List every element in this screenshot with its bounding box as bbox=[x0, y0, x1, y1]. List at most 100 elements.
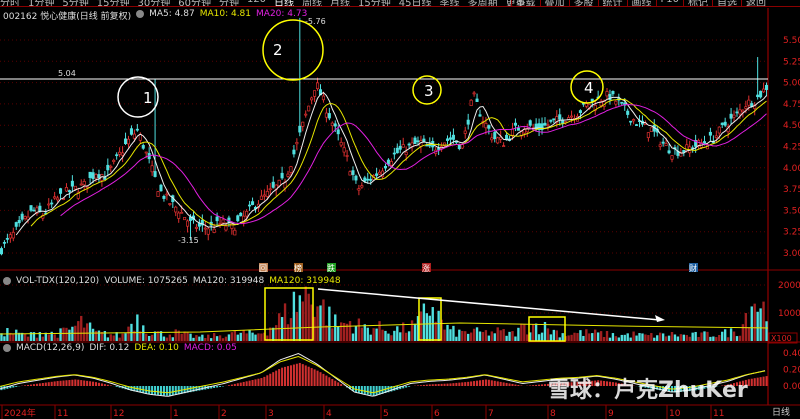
candle-body bbox=[112, 159, 116, 162]
volume-bar bbox=[3, 336, 6, 341]
volume-bar bbox=[26, 336, 30, 341]
volume-bar bbox=[165, 337, 169, 341]
candle-body bbox=[330, 122, 334, 127]
candle-body bbox=[764, 84, 769, 90]
volume-bar bbox=[236, 334, 239, 341]
volume-bar bbox=[201, 334, 204, 341]
volume-bar bbox=[198, 336, 201, 341]
volume-bar bbox=[53, 334, 56, 341]
volume-bar bbox=[712, 336, 715, 341]
candle-body bbox=[251, 201, 255, 205]
volume-bar bbox=[425, 313, 429, 341]
volume-bar bbox=[91, 328, 95, 341]
volume-bar bbox=[396, 326, 399, 341]
candle-body bbox=[115, 154, 119, 157]
candle-body bbox=[5, 238, 9, 240]
candle-body bbox=[327, 113, 331, 119]
candle-body bbox=[416, 140, 420, 143]
candle-body bbox=[484, 123, 488, 129]
candle-body bbox=[97, 174, 101, 179]
volume-bar bbox=[413, 323, 417, 341]
candle-body bbox=[301, 121, 305, 127]
candle-body bbox=[513, 122, 517, 126]
volume-bar bbox=[608, 337, 612, 341]
volume-bar bbox=[735, 336, 739, 341]
event-marker-label: 回 bbox=[259, 264, 267, 273]
volume-bar bbox=[647, 335, 650, 341]
volume-bar bbox=[298, 295, 301, 341]
candle-body bbox=[32, 209, 36, 212]
candle-body bbox=[64, 187, 68, 192]
volume-bar bbox=[661, 333, 665, 341]
volume-bar bbox=[56, 337, 59, 341]
volume-bar bbox=[552, 329, 556, 341]
candle-body bbox=[292, 149, 296, 155]
volume-bar bbox=[245, 333, 248, 341]
candle-body bbox=[708, 131, 712, 136]
volume-bar bbox=[147, 335, 151, 341]
volume-bar bbox=[242, 330, 245, 341]
volume-bar bbox=[351, 333, 355, 341]
volume-bar bbox=[304, 286, 307, 341]
event-marker-label: 跌 bbox=[327, 263, 335, 273]
volume-bar bbox=[363, 324, 366, 341]
volume-bar bbox=[207, 334, 210, 341]
candle-body bbox=[70, 180, 74, 187]
volume-bar bbox=[272, 327, 275, 341]
annotation-number: 1 bbox=[143, 89, 153, 107]
volume-bar bbox=[540, 332, 544, 341]
kline-chart[interactable]: 5.50 5.25 5.00 4.75 4.50 4.25 4.00 3.75 3.50 3.25… bbox=[0, 0, 800, 419]
candle-body bbox=[277, 179, 281, 187]
annotation-number: 3 bbox=[424, 82, 434, 100]
candle-body bbox=[738, 109, 742, 115]
timeframe-label[interactable]: 日线 bbox=[772, 405, 790, 418]
candle-body bbox=[717, 126, 721, 134]
candle-body bbox=[221, 219, 225, 224]
candle-body bbox=[206, 228, 210, 235]
volume-bar bbox=[331, 328, 334, 341]
volume-bar bbox=[502, 329, 505, 341]
volume-bar bbox=[599, 331, 603, 341]
volume-bar bbox=[673, 334, 677, 341]
candle-body bbox=[132, 133, 136, 139]
volume-bar bbox=[289, 318, 293, 341]
volume-bar bbox=[526, 334, 529, 341]
volume-bar bbox=[496, 327, 499, 341]
volume-bar bbox=[455, 336, 458, 341]
volume-bar bbox=[682, 334, 685, 341]
volume-bar bbox=[307, 293, 310, 341]
volume-bar bbox=[85, 323, 89, 341]
candle-body bbox=[280, 172, 284, 179]
volume-bar bbox=[573, 332, 576, 341]
annotation-number: 4 bbox=[584, 79, 594, 97]
volume-bar bbox=[239, 332, 242, 341]
candle-body bbox=[106, 164, 110, 171]
arrow-head bbox=[655, 315, 665, 322]
candle-body bbox=[59, 188, 63, 194]
volume-bar bbox=[635, 335, 638, 341]
ma20-line bbox=[60, 103, 767, 225]
volume-bar bbox=[366, 327, 369, 341]
volume-bar bbox=[251, 332, 254, 341]
volume-bar bbox=[762, 301, 765, 341]
candle-body bbox=[437, 148, 441, 150]
candle-body bbox=[186, 220, 190, 227]
price-tick: 5.50 bbox=[783, 36, 800, 46]
time-label: 9 bbox=[608, 409, 614, 419]
volume-bar bbox=[561, 333, 564, 341]
candle-body bbox=[472, 92, 476, 95]
candle-body bbox=[321, 95, 325, 101]
candle-body bbox=[649, 127, 653, 132]
volume-bar bbox=[656, 335, 659, 341]
volume-bar bbox=[487, 335, 491, 341]
candle-body bbox=[354, 175, 358, 181]
time-label: 12 bbox=[113, 409, 124, 419]
time-label: 5 bbox=[383, 409, 389, 419]
candle-body bbox=[729, 113, 733, 119]
candle-body bbox=[546, 124, 550, 127]
volume-bar bbox=[136, 314, 139, 341]
candle-body bbox=[664, 143, 668, 146]
volume-bar bbox=[15, 329, 18, 341]
candle-body bbox=[156, 191, 160, 197]
volume-bar bbox=[715, 337, 718, 341]
